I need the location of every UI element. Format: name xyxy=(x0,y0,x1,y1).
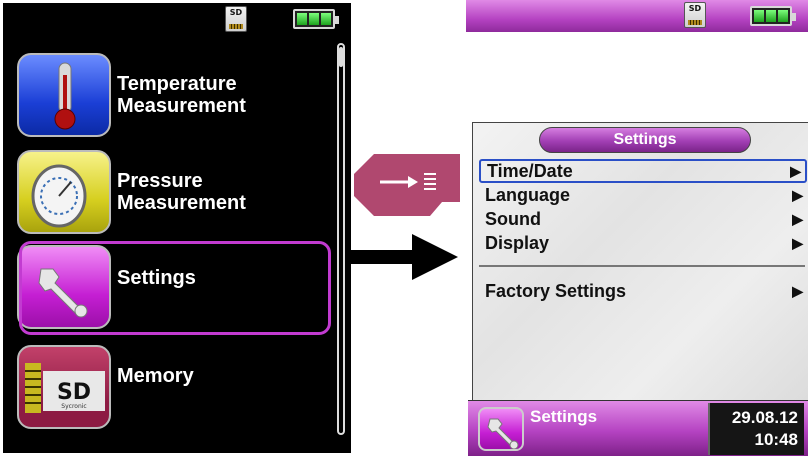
settings-panel: Settings Time/Date ▶ Language ▶ Sound ▶ … xyxy=(472,122,808,400)
row-display[interactable]: Display ▶ xyxy=(479,231,807,255)
menu-label-memory: Memory xyxy=(117,365,194,387)
sd-card-icon-subtext: Sycronic xyxy=(61,403,86,410)
screenshot-root: SD Temperature Measurement Pressure Meas… xyxy=(0,0,808,456)
sd-label: SD xyxy=(229,8,243,17)
date-text: 29.08.12 xyxy=(731,408,798,427)
chevron-right-icon: ▶ xyxy=(792,187,803,203)
menu-label-temperature: Temperature Measurement xyxy=(117,73,246,117)
scrollbar-track[interactable] xyxy=(337,43,345,435)
battery-icon xyxy=(750,6,796,26)
menu-label-pressure: Pressure Measurement xyxy=(117,170,246,214)
chevron-right-icon: ▶ xyxy=(792,235,803,251)
sd-card-status-icon: SD xyxy=(225,6,247,32)
battery-icon xyxy=(293,9,339,29)
menu-item-pressure[interactable]: Pressure Measurement xyxy=(3,148,343,238)
bottom-bar: Settings 29.08.12 10:48 xyxy=(468,400,808,456)
divider xyxy=(479,265,805,267)
row-label: Display xyxy=(485,233,550,253)
row-label: Factory Settings xyxy=(485,281,627,301)
menu-item-temperature[interactable]: Temperature Measurement xyxy=(3,51,343,141)
sd-card-status-icon: SD xyxy=(684,2,706,28)
settings-screen: SD Settings Time/Date ▶ Language ▶ Sound… xyxy=(466,0,808,456)
row-factory-settings[interactable]: Factory Settings ▶ xyxy=(479,279,807,303)
row-label: Sound xyxy=(485,209,541,229)
panel-title: Settings xyxy=(539,127,751,153)
sd-label: SD xyxy=(688,4,702,13)
chevron-right-icon: ▶ xyxy=(792,283,803,299)
row-time-date[interactable]: Time/Date ▶ xyxy=(479,159,807,183)
date-time-display: 29.08.12 10:48 xyxy=(708,403,804,455)
sd-card-icon-text: SD xyxy=(57,380,91,405)
status-bar: SD xyxy=(466,0,808,32)
chevron-right-icon: ▶ xyxy=(790,163,801,179)
right-arrow-icon xyxy=(346,234,458,280)
thermometer-icon xyxy=(17,53,111,137)
menu-key-icon xyxy=(352,152,462,218)
main-menu-screen: SD Temperature Measurement Pressure Meas… xyxy=(3,3,351,453)
chevron-right-icon: ▶ xyxy=(792,211,803,227)
row-sound[interactable]: Sound ▶ xyxy=(479,207,807,231)
selection-highlight xyxy=(19,241,331,335)
row-label: Time/Date xyxy=(487,161,573,181)
wrench-icon xyxy=(478,407,524,451)
row-label: Language xyxy=(485,185,571,205)
scrollbar-thumb[interactable] xyxy=(339,47,343,67)
menu-item-memory[interactable]: SD Sycronic Memory xyxy=(3,343,343,433)
pressure-gauge-icon xyxy=(17,150,111,234)
row-language[interactable]: Language ▶ xyxy=(479,183,807,207)
bottom-bar-title: Settings xyxy=(530,407,598,426)
time-text: 10:48 xyxy=(754,430,798,449)
sd-card-icon: SD Sycronic xyxy=(17,345,111,429)
